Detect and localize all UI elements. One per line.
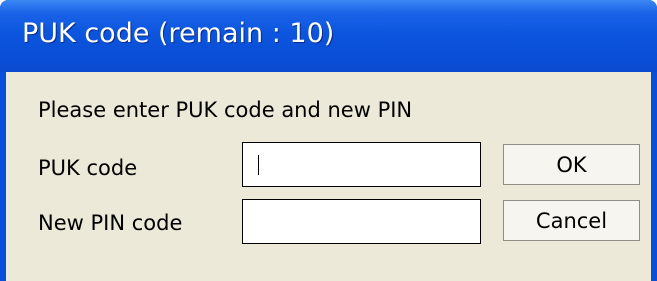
puk-code-input[interactable]	[242, 142, 481, 187]
window-title: PUK code (remain : 10)	[22, 18, 335, 49]
cancel-button[interactable]: Cancel	[503, 200, 640, 241]
window-border-right	[651, 72, 657, 281]
ok-button[interactable]: OK	[503, 144, 640, 185]
new-pin-code-label: New PIN code	[38, 211, 183, 235]
puk-code-label: PUK code	[38, 156, 138, 180]
text-caret	[258, 155, 259, 175]
instruction-text: Please enter PUK code and new PIN	[38, 98, 413, 122]
new-pin-code-input[interactable]	[242, 199, 481, 244]
dialog-body: Please enter PUK code and new PIN PUK co…	[6, 72, 651, 281]
title-bar[interactable]: PUK code (remain : 10)	[0, 0, 657, 72]
puk-dialog-window: PUK code (remain : 10) Please enter PUK …	[0, 0, 657, 281]
